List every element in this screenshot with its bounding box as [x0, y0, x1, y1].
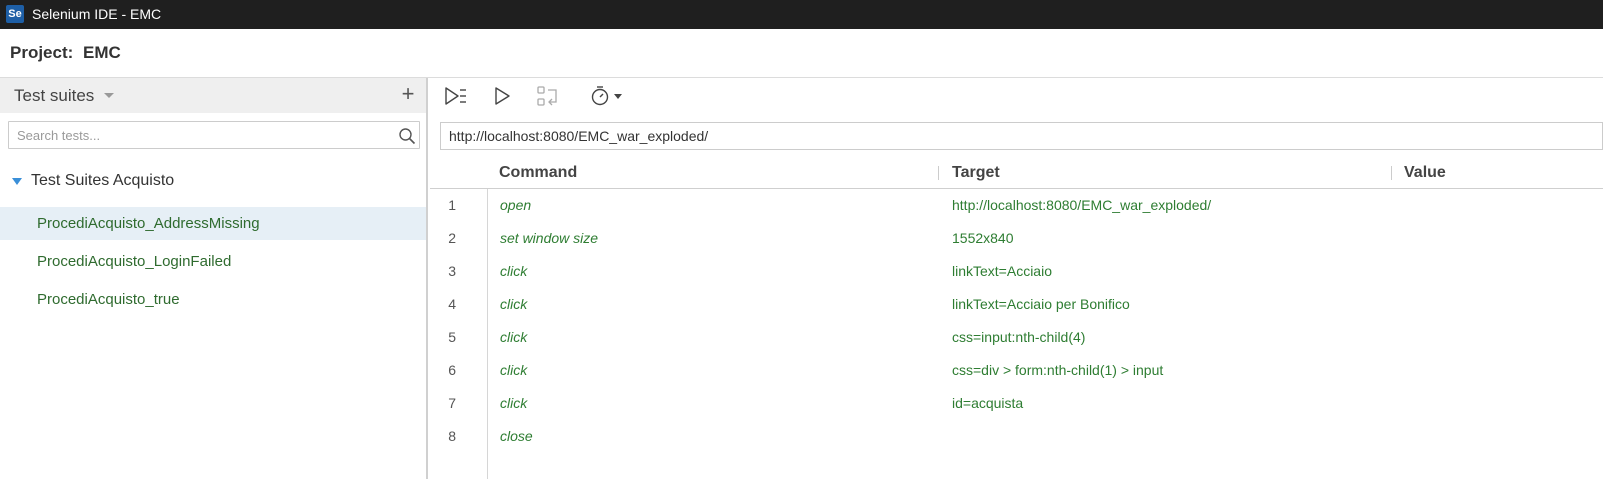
test-item-label: ProcediAcquisto_LoginFailed	[37, 253, 232, 270]
column-divider[interactable]	[938, 166, 939, 180]
test-editor: Command Target Value 1 open http://local…	[430, 78, 1603, 479]
search-icon[interactable]	[398, 127, 416, 145]
test-speed-icon[interactable]	[589, 84, 625, 108]
test-item-label: ProcediAcquisto_true	[37, 291, 180, 308]
command-name: set window size	[500, 230, 599, 246]
command-row[interactable]: 6 click css=div > form:nth-child(1) > in…	[430, 354, 1603, 387]
command-row[interactable]: 8 close	[430, 420, 1603, 453]
command-name: click	[500, 263, 528, 279]
command-row[interactable]: 7 click id=acquista	[430, 387, 1603, 420]
row-number: 6	[448, 362, 456, 378]
command-column-header[interactable]: Command	[499, 164, 577, 182]
run-current-test-icon[interactable]	[492, 84, 514, 108]
command-target: id=acquista	[952, 395, 1024, 411]
project-name[interactable]: EMC	[83, 43, 121, 63]
search-tests-input[interactable]	[15, 126, 390, 144]
command-table-header: Command Target Value	[430, 158, 1603, 189]
suite-name: Test Suites Acquisto	[31, 172, 175, 189]
project-header: Project: EMC	[0, 29, 1603, 78]
command-target: css=div > form:nth-child(1) > input	[952, 362, 1164, 378]
command-name: click	[500, 362, 528, 378]
toolbar	[430, 78, 1603, 114]
command-row[interactable]: 5 click css=input:nth-child(4)	[430, 321, 1603, 354]
command-row[interactable]: 4 click linkText=Acciaio per Bonifico	[430, 288, 1603, 321]
command-row[interactable]: 3 click linkText=Acciaio	[430, 255, 1603, 288]
sidebar-header: Test suites +	[0, 78, 426, 113]
base-url-bar	[440, 122, 1603, 150]
test-explorer-sidebar: Test suites + Test Suites Acquisto Proce…	[0, 78, 428, 479]
test-item-label: ProcediAcquisto_AddressMissing	[37, 215, 260, 232]
expand-caret-icon[interactable]	[12, 178, 22, 185]
step-over-icon[interactable]	[536, 84, 560, 108]
value-column-header[interactable]: Value	[1404, 164, 1446, 182]
row-number: 2	[448, 230, 456, 246]
title-bar: Se Selenium IDE - EMC	[0, 0, 1603, 29]
command-target: linkText=Acciaio per Bonifico	[952, 296, 1130, 312]
row-number: 3	[448, 263, 456, 279]
test-suites-dropdown[interactable]: Test suites	[14, 86, 94, 106]
command-target: http://localhost:8080/EMC_war_exploded/	[952, 197, 1212, 213]
suite-tree-item[interactable]: Test Suites Acquisto	[0, 167, 426, 195]
search-tests-box	[8, 121, 420, 149]
command-target: 1552x840	[952, 230, 1014, 246]
row-number: 4	[448, 296, 456, 312]
test-item[interactable]: ProcediAcquisto_true	[0, 283, 426, 316]
selenium-logo-icon: Se	[6, 5, 24, 23]
command-row[interactable]: 2 set window size 1552x840	[430, 222, 1603, 255]
row-number: 7	[448, 395, 456, 411]
command-name: open	[500, 197, 532, 213]
command-target: linkText=Acciaio	[952, 263, 1052, 279]
window-title: Selenium IDE - EMC	[32, 6, 162, 22]
add-suite-button[interactable]: +	[398, 81, 418, 107]
column-divider[interactable]	[1391, 166, 1392, 180]
row-number: 5	[448, 329, 456, 345]
run-all-tests-icon[interactable]	[444, 84, 468, 108]
command-target: css=input:nth-child(4)	[952, 329, 1086, 345]
row-number: 8	[448, 428, 456, 444]
row-number: 1	[448, 197, 456, 213]
command-name: click	[500, 395, 528, 411]
command-name: close	[500, 428, 533, 444]
chevron-down-icon[interactable]	[104, 93, 114, 98]
command-name: click	[500, 329, 528, 345]
test-item[interactable]: ProcediAcquisto_LoginFailed	[0, 245, 426, 278]
command-row[interactable]: 1 open http://localhost:8080/EMC_war_exp…	[430, 189, 1603, 222]
test-item[interactable]: ProcediAcquisto_AddressMissing	[0, 207, 426, 240]
base-url-input[interactable]	[447, 127, 1587, 145]
command-name: click	[500, 296, 528, 312]
target-column-header[interactable]: Target	[952, 164, 1000, 182]
project-label: Project:	[10, 43, 74, 62]
